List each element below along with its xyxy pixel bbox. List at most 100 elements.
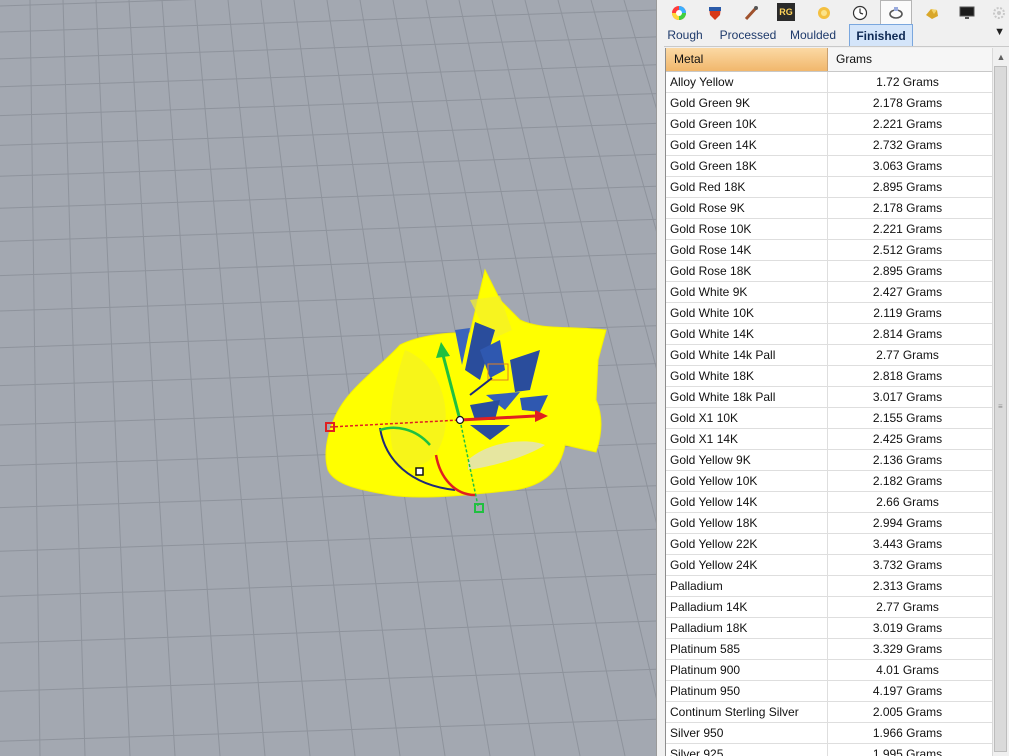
table-body: Alloy Yellow 1.72 Grams Gold Green 9K 2.178… [666, 72, 993, 756]
table-row[interactable]: Gold X1 10K 2.155 Grams [666, 408, 993, 429]
table-row[interactable]: Gold White 14k Pall 2.77 Grams [666, 345, 993, 366]
color-wheel-icon[interactable] [669, 3, 689, 23]
table-row[interactable]: Gold Yellow 9K 2.136 Grams [666, 450, 993, 471]
clock-icon[interactable] [850, 3, 870, 23]
cell-grams: 3.017 Grams [872, 390, 943, 404]
table-row[interactable]: Gold Red 18K 2.895 Grams [666, 177, 993, 198]
model-layer[interactable] [0, 0, 656, 756]
scroll-up-arrow-icon[interactable]: ▲ [993, 48, 1009, 65]
table-row[interactable]: Palladium 18K 3.019 Grams [666, 618, 993, 639]
cell-metal: Gold Rose 14K [666, 240, 828, 260]
table-row[interactable]: Palladium 14K 2.77 Grams [666, 597, 993, 618]
rg-logo-icon[interactable]: RG [777, 3, 795, 21]
table-scrollbar[interactable]: ▲ ≡ [992, 48, 1009, 756]
gumball-scale-handle[interactable] [415, 467, 424, 476]
cell-metal: Gold White 14k Pall [666, 345, 828, 365]
cell-metal: Continum Sterling Silver [666, 702, 828, 722]
table-row[interactable]: Gold Yellow 18K 2.994 Grams [666, 513, 993, 534]
table-row[interactable]: Gold Green 14K 2.732 Grams [666, 135, 993, 156]
cell-metal: Palladium 14K [666, 597, 828, 617]
gem-icon[interactable] [814, 3, 834, 23]
table-row[interactable]: Gold Green 10K 2.221 Grams [666, 114, 993, 135]
column-header-grams[interactable]: Grams [828, 48, 993, 71]
cell-metal: Gold White 18K [666, 366, 828, 386]
cell-grams: 2.178 Grams [872, 201, 943, 215]
table-row[interactable]: Continum Sterling Silver 2.005 Grams [666, 702, 993, 723]
table-row[interactable]: Gold Rose 18K 2.895 Grams [666, 261, 993, 282]
cell-grams: 2.221 Grams [872, 222, 943, 236]
cell-metal: Palladium 18K [666, 618, 828, 638]
settings-icon[interactable] [989, 3, 1009, 23]
cell-grams: 2.732 Grams [872, 138, 943, 152]
table-row[interactable]: Gold Yellow 22K 3.443 Grams [666, 534, 993, 555]
cell-metal: Platinum 900 [666, 660, 828, 680]
column-header-metal[interactable]: Metal [666, 48, 828, 71]
cell-metal: Gold Yellow 24K [666, 555, 828, 575]
shield-icon[interactable] [705, 3, 725, 23]
table-header: Metal Grams [666, 48, 993, 72]
cell-grams: 2.77 Grams [876, 600, 939, 614]
table-row[interactable]: Gold Rose 10K 2.221 Grams [666, 219, 993, 240]
table-row[interactable]: Gold Yellow 14K 2.66 Grams [666, 492, 993, 513]
table-row[interactable]: Palladium 2.313 Grams [666, 576, 993, 597]
table-row[interactable]: Gold Green 18K 3.063 Grams [666, 156, 993, 177]
table-row[interactable]: Alloy Yellow 1.72 Grams [666, 72, 993, 93]
table-row[interactable]: Platinum 585 3.329 Grams [666, 639, 993, 660]
scroll-grip-icon: ≡ [998, 402, 1003, 411]
cell-grams: 2.994 Grams [872, 516, 943, 530]
table-row[interactable]: Gold Green 9K 2.178 Grams [666, 93, 993, 114]
cell-metal: Gold Yellow 9K [666, 450, 828, 470]
tab-finished[interactable]: Finished [849, 24, 913, 46]
tab-bar: Rough Processed Moulded Finished [664, 24, 1009, 47]
cell-grams: 2.66 Grams [876, 495, 939, 509]
cell-metal: Gold X1 14K [666, 429, 828, 449]
table-row[interactable]: Gold Yellow 10K 2.182 Grams [666, 471, 993, 492]
table-row[interactable]: Gold White 14K 2.814 Grams [666, 324, 993, 345]
3d-viewport[interactable] [0, 0, 656, 756]
cell-grams: 2.895 Grams [872, 180, 943, 194]
ring-icon[interactable] [880, 0, 912, 25]
cell-metal: Gold Yellow 14K [666, 492, 828, 512]
cell-grams: 3.329 Grams [872, 642, 943, 656]
cell-metal: Gold White 10K [666, 303, 828, 323]
cell-grams: 2.136 Grams [872, 453, 943, 467]
cell-metal: Gold Yellow 10K [666, 471, 828, 491]
cell-grams: 4.197 Grams [872, 684, 943, 698]
gumball-center[interactable] [455, 415, 465, 425]
cell-metal: Alloy Yellow [666, 72, 828, 92]
tab-rough[interactable]: Rough [664, 24, 706, 46]
monitor-icon[interactable] [957, 3, 977, 23]
table-row[interactable]: Silver 950 1.966 Grams [666, 723, 993, 744]
scroll-thumb[interactable]: ≡ [994, 66, 1007, 752]
cell-grams: 3.019 Grams [872, 621, 943, 635]
table-row[interactable]: Gold White 10K 2.119 Grams [666, 303, 993, 324]
table-row[interactable]: Platinum 950 4.197 Grams [666, 681, 993, 702]
cell-grams: 3.443 Grams [872, 537, 943, 551]
cell-grams: 2.427 Grams [872, 285, 943, 299]
tab-moulded[interactable]: Moulded [787, 24, 839, 46]
cell-grams: 2.005 Grams [872, 705, 943, 719]
table-row[interactable]: Gold Rose 14K 2.512 Grams [666, 240, 993, 261]
table-row[interactable]: Platinum 900 4.01 Grams [666, 660, 993, 681]
jewelry-model[interactable] [325, 268, 607, 498]
brush-icon[interactable] [741, 3, 761, 23]
cell-grams: 4.01 Grams [876, 663, 939, 677]
cell-grams: 2.182 Grams [872, 474, 943, 488]
cell-metal: Gold Rose 9K [666, 198, 828, 218]
table-row[interactable]: Silver 925 1.995 Grams [666, 744, 993, 756]
table-row[interactable]: Gold White 18k Pall 3.017 Grams [666, 387, 993, 408]
table-row[interactable]: Gold White 18K 2.818 Grams [666, 366, 993, 387]
cell-grams: 2.155 Grams [872, 411, 943, 425]
table-row[interactable]: Gold X1 14K 2.425 Grams [666, 429, 993, 450]
table-row[interactable]: Gold Yellow 24K 3.732 Grams [666, 555, 993, 576]
table-row[interactable]: Gold Rose 9K 2.178 Grams [666, 198, 993, 219]
cell-metal: Gold Rose 10K [666, 219, 828, 239]
cell-metal: Silver 950 [666, 723, 828, 743]
tab-menu-dropdown-icon[interactable]: ▼ [994, 26, 1005, 38]
cell-grams: 2.221 Grams [872, 117, 943, 131]
gumball-y-handle[interactable] [474, 503, 484, 513]
cell-metal: Gold White 14K [666, 324, 828, 344]
tab-processed[interactable]: Processed [714, 24, 782, 46]
gold-nugget-icon[interactable] [922, 3, 942, 23]
table-row[interactable]: Gold White 9K 2.427 Grams [666, 282, 993, 303]
